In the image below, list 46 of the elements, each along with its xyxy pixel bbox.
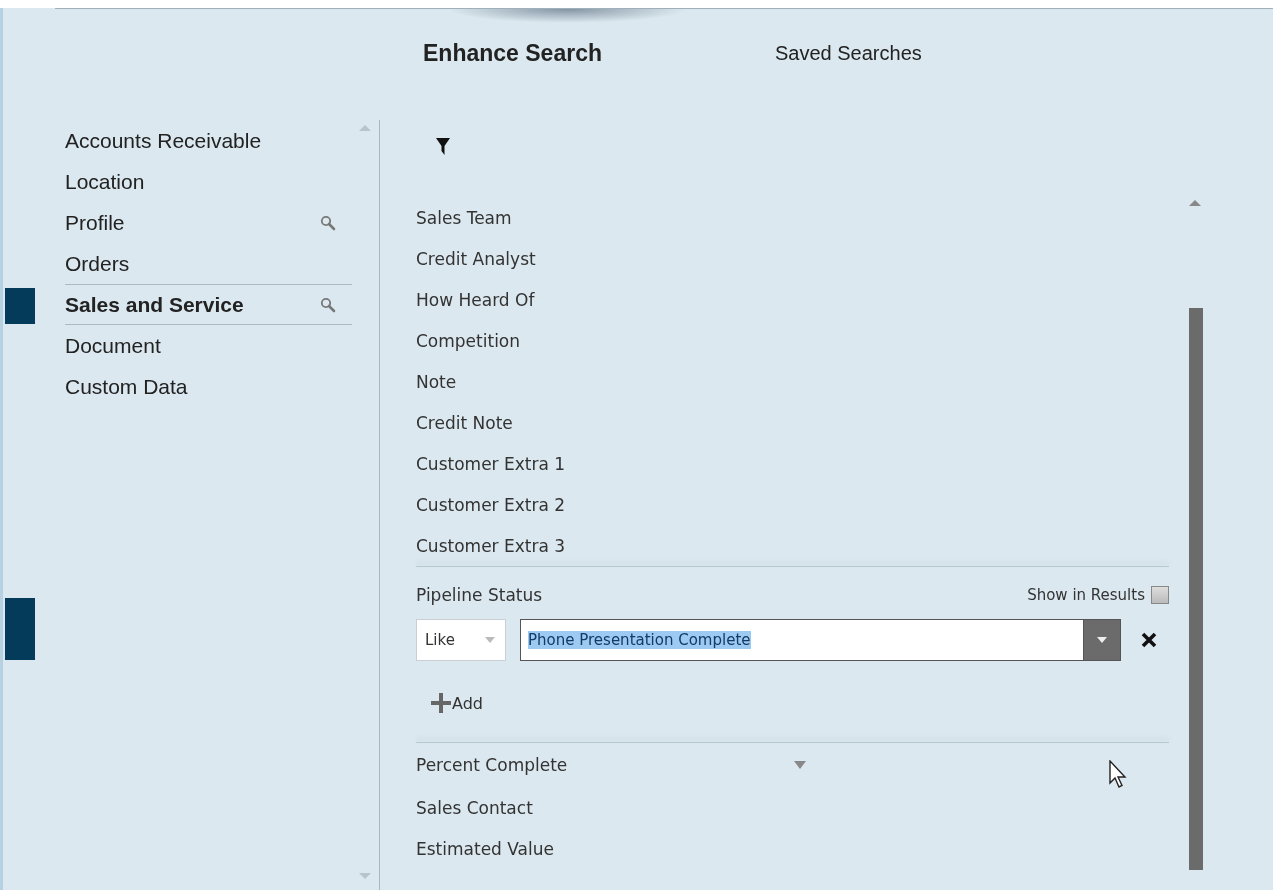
scroll-up-icon[interactable] xyxy=(1189,200,1201,206)
add-button[interactable]: Add xyxy=(430,683,483,723)
value-field[interactable]: Phone Presentation Complete xyxy=(520,619,1083,661)
checkbox-label: Show in Results xyxy=(1027,586,1145,604)
item-label: Accounts Receivable xyxy=(65,128,262,153)
tab[interactable]: Saved Searches xyxy=(775,9,922,69)
scroll-up-icon[interactable] xyxy=(359,125,371,131)
sidebar-item[interactable]: Custom Data xyxy=(65,366,352,407)
plus-icon xyxy=(430,692,452,714)
field-item[interactable]: Credit Note xyxy=(416,402,1169,443)
field-item[interactable]: Customer Extra 1 xyxy=(416,443,1169,484)
sidebar-item[interactable]: Orders xyxy=(65,243,352,284)
checkbox[interactable] xyxy=(1151,586,1169,604)
sidebar-item[interactable]: Sales and Service xyxy=(65,284,352,325)
caret-icon[interactable] xyxy=(794,761,806,769)
item-label: Document xyxy=(65,333,161,358)
scroll-down-icon[interactable] xyxy=(359,873,371,879)
pointer-icon xyxy=(1109,760,1127,788)
remove-icon[interactable] xyxy=(1141,632,1157,648)
operator-dropdown[interactable]: Like xyxy=(416,619,506,661)
dropdown-button[interactable] xyxy=(1083,619,1121,661)
field-item[interactable]: Percent Complete xyxy=(416,755,568,775)
field-item[interactable]: Sales Contact xyxy=(416,787,1169,828)
search-icon[interactable] xyxy=(320,296,336,313)
sidebar-item[interactable]: Accounts Receivable xyxy=(65,120,352,161)
item-label: Custom Data xyxy=(65,374,188,399)
field-item[interactable]: Sales Team xyxy=(416,197,1169,238)
item-label: Orders xyxy=(65,251,130,276)
criterion-label: Pipeline Status xyxy=(416,585,543,605)
scrollbar-thumb[interactable] xyxy=(1189,308,1203,870)
sidebar-item[interactable]: Location xyxy=(65,161,352,202)
field-item[interactable]: Customer Extra 3 xyxy=(416,525,1169,566)
field-item[interactable]: How Heard Of xyxy=(416,279,1169,320)
field-item[interactable]: Note xyxy=(416,361,1169,402)
field-item[interactable]: Competition xyxy=(416,320,1169,361)
item-label: Location xyxy=(65,169,145,194)
field-item[interactable]: Customer Extra 2 xyxy=(416,484,1169,525)
item-label: Profile xyxy=(65,210,125,235)
search-icon[interactable] xyxy=(320,214,336,231)
field-item[interactable]: Credit Analyst xyxy=(416,238,1169,279)
tab[interactable]: Enhance Search xyxy=(407,9,775,69)
sidebar-item[interactable]: Document xyxy=(65,325,352,366)
filter-icon[interactable] xyxy=(436,138,450,155)
field-item[interactable]: Estimated Value xyxy=(416,828,1169,869)
item-label: Sales and Service xyxy=(65,292,244,317)
sidebar-item[interactable]: Profile xyxy=(65,202,352,243)
